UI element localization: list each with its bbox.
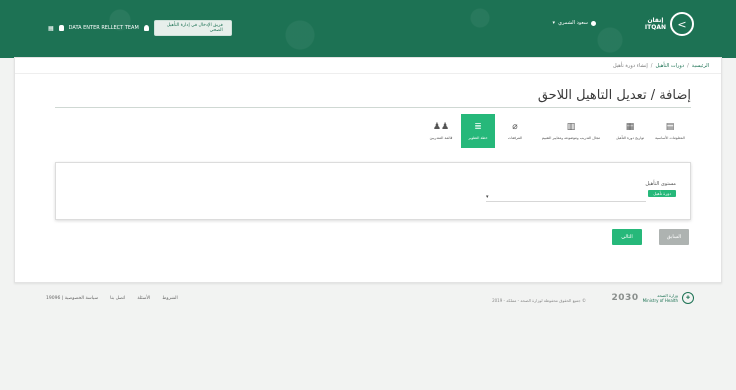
page-title: إضافة / تعديل التاهيل اللاحق: [537, 88, 691, 103]
grid-icon[interactable]: ▦: [48, 25, 54, 32]
breadcrumb-home[interactable]: الرئيسية: [692, 63, 709, 69]
footer-link-privacy[interactable]: سياسة الخصوصية | 19096: [46, 296, 98, 301]
ministry-name: وزارة الصحة Ministry of Health: [642, 293, 678, 303]
ministry-logo-icon: ✚: [682, 292, 694, 304]
step-basic-info[interactable]: ▤ المعلومات الأساسية: [653, 114, 687, 148]
footer-links: سياسة الخصوصية | 19096 اتصل بنا الأسئلة …: [46, 296, 178, 301]
qualification-level-select[interactable]: ▾: [486, 194, 646, 202]
form-panel: مستوى التأهيل دورة تأهيل ▾: [55, 162, 691, 220]
calendar-icon: ▦: [625, 122, 635, 132]
previous-button[interactable]: السابق: [659, 229, 689, 245]
user-icon: [143, 25, 149, 31]
title-divider: [55, 107, 691, 108]
header-controls: ▦ DATA ENTER RELLECT TEAM فريق الإدخال ف…: [48, 20, 232, 36]
step-course-dates[interactable]: ▦ تواريخ دورة التأهيل: [610, 114, 650, 148]
user-avatar-icon: [591, 20, 596, 26]
step-training-field[interactable]: ▥ مجال التدريب وموضوعه ومعايير التقييم: [535, 114, 607, 148]
role-select[interactable]: فريق الإدخال في إدارة التأهيل الصحي: [153, 20, 232, 36]
breadcrumb-courses[interactable]: دورات التأهيل: [655, 63, 684, 69]
footer-logos: ✚ وزارة الصحة Ministry of Health 2030: [612, 292, 694, 304]
step-label: المعلومات الأساسية: [655, 136, 685, 140]
step-label: تواريخ دورة التأهيل: [615, 136, 645, 140]
breadcrumb: الرئيسية / دورات التأهيل / إنشاء دورة تأ…: [613, 63, 709, 69]
step-label: قائمة المتدربين: [429, 136, 453, 140]
step-label: المرفقات: [507, 136, 523, 140]
logo-text: إتقان ITQAN: [644, 17, 666, 31]
footer-link-terms[interactable]: الشروط: [162, 296, 177, 301]
breadcrumb-separator: /: [687, 63, 689, 69]
chevron-down-icon: ▾: [486, 194, 489, 200]
info-icon: ▤: [665, 122, 675, 132]
chevron-down-icon: ▾: [552, 20, 556, 26]
main-card: الرئيسية / دورات التأهيل / إنشاء دورة تأ…: [14, 57, 722, 283]
next-button[interactable]: التالي: [612, 229, 642, 245]
step-trainees-list[interactable]: ♟♟ قائمة المتدربين: [424, 114, 458, 148]
step-attachments[interactable]: ⌀ المرفقات: [498, 114, 532, 148]
table-icon: ▥: [566, 122, 576, 132]
top-header: ▦ DATA ENTER RELLECT TEAM فريق الإدخال ف…: [0, 0, 736, 58]
wizard-steps: ▤ المعلومات الأساسية ▦ تواريخ دورة التأه…: [421, 114, 687, 148]
footer-link-faq[interactable]: الأسئلة: [137, 296, 150, 301]
divider: [15, 73, 721, 74]
user-name: سعود الشمري: [558, 20, 588, 26]
user-menu[interactable]: سعود الشمري ▾: [553, 20, 596, 26]
step-development-plan[interactable]: ≣ خطة التطوير: [461, 114, 495, 148]
status-badge: دورة تأهيل: [648, 190, 676, 197]
breadcrumb-separator: /: [650, 63, 653, 69]
list-icon: ≣: [474, 122, 482, 132]
notification-icon[interactable]: [58, 25, 64, 31]
app-logo[interactable]: > إتقان ITQAN: [645, 12, 694, 36]
step-label: مجال التدريب وموضوعه ومعايير التقييم: [541, 136, 601, 140]
field-label: مستوى التأهيل: [645, 181, 676, 187]
copyright-text: © جميع الحقوق محفوظة لوزارة الصحة - مملك…: [492, 298, 586, 303]
team-label: DATA ENTER RELLECT TEAM: [68, 25, 139, 31]
logo-icon: >: [670, 12, 694, 36]
users-icon: ♟♟: [432, 122, 450, 132]
vision-2030-logo: 2030: [611, 293, 639, 303]
paperclip-icon: ⌀: [512, 122, 518, 132]
footer-link-contact[interactable]: اتصل بنا: [110, 296, 125, 301]
breadcrumb-current: إنشاء دورة تأهيل: [612, 63, 648, 69]
step-label: خطة التطوير: [468, 136, 488, 140]
